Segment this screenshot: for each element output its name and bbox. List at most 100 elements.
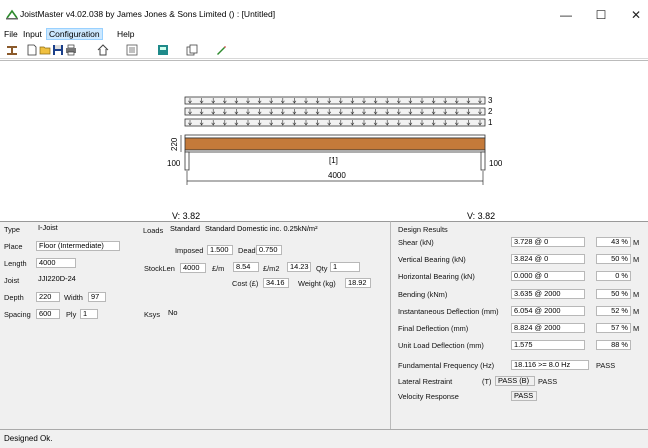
load-layer-2 — [184, 107, 486, 116]
results-heading: Design Results — [398, 225, 448, 234]
load-layer-3 — [184, 96, 486, 105]
result-utilisation: 88 % — [596, 340, 631, 351]
qty-label: Qty — [316, 264, 328, 273]
input-panel: Type I-Joist Place Floor (Intermediate) … — [0, 221, 390, 429]
width-field[interactable]: 97 — [88, 292, 106, 302]
cost-per-m2-field[interactable]: 14.23 — [287, 262, 311, 272]
lateral-restraint-field: PASS (B) — [495, 376, 535, 386]
depth-label-field: Depth — [4, 293, 24, 302]
weight-label: Weight (kg) — [298, 279, 336, 288]
app-logo-icon — [6, 9, 18, 20]
layer-label-1: 1 — [488, 118, 493, 127]
calculator-icon[interactable] — [157, 44, 169, 56]
menu-configuration[interactable]: Configuration — [46, 28, 103, 40]
open-folder-icon[interactable] — [39, 44, 51, 56]
result-value: 8.824 @ 2000 — [511, 323, 585, 333]
lateral-restraint-label: Lateral Restraint — [398, 377, 453, 386]
depth-label: 220 — [170, 137, 179, 151]
result-utilisation: 50 % — [596, 254, 631, 265]
joist-field[interactable]: JJI220D-24 — [36, 275, 116, 285]
menu-file[interactable]: File — [4, 29, 18, 39]
result-label: Unit Load Deflection (mm) — [398, 341, 484, 351]
cost-per-m2-label: £/m2 — [263, 264, 280, 273]
save-icon[interactable] — [52, 44, 64, 56]
result-utilisation: 50 % — [596, 288, 631, 299]
result-flag: M — [633, 306, 640, 316]
new-file-icon[interactable] — [26, 44, 38, 56]
spacing-label: Spacing — [4, 310, 31, 319]
home-icon[interactable] — [97, 44, 109, 56]
imposed-label: Imposed — [175, 246, 204, 255]
result-value: 3.824 @ 0 — [511, 254, 585, 265]
right-support — [480, 151, 486, 171]
copy-icon[interactable] — [186, 44, 198, 56]
length-field[interactable]: 4000 — [36, 258, 76, 268]
imposed-field[interactable]: 1.500 — [207, 245, 233, 255]
toolbar — [0, 41, 648, 59]
joist-top-flange — [184, 134, 486, 139]
layer-label-3: 3 — [488, 96, 493, 105]
result-label: Shear (kN) — [398, 238, 434, 247]
result-utilisation: 52 % — [596, 305, 631, 316]
menu-bar: File Input Configuration Help — [0, 28, 648, 41]
result-value: 0.000 @ 0 — [511, 271, 585, 282]
cost-per-m-label: £/m — [212, 264, 225, 273]
ksys-field[interactable]: No — [166, 309, 188, 319]
dead-field[interactable]: 0.750 — [256, 245, 282, 255]
frequency-result: PASS — [596, 361, 616, 370]
ply-field[interactable]: 1 — [80, 309, 98, 319]
bearing-left-label: 100 — [167, 159, 181, 168]
close-button[interactable]: ✕ — [625, 6, 647, 24]
place-label: Place — [4, 242, 23, 251]
load-layer-1 — [184, 118, 486, 127]
width-label: Width — [64, 293, 83, 302]
weight-field: 18.92 — [345, 278, 371, 288]
reaction-left: V: 3.82 — [172, 211, 200, 221]
depth-field[interactable]: 220 — [36, 292, 60, 302]
ply-label: Ply — [66, 310, 77, 319]
qty-field[interactable]: 1 — [330, 262, 360, 272]
result-flag: M — [633, 324, 640, 333]
print-icon[interactable] — [65, 44, 77, 56]
frequency-label: Fundamental Frequency (Hz) — [398, 361, 495, 370]
joist-bottom-flange — [184, 149, 486, 153]
velocity-response-label: Velocity Response — [398, 392, 459, 401]
spacing-field[interactable]: 600 — [36, 309, 60, 319]
result-utilisation: 0 % — [596, 271, 631, 282]
joist-tag: [1] — [329, 156, 338, 165]
result-value: 6.054 @ 2000 — [511, 305, 585, 316]
result-flag: M — [633, 255, 640, 265]
pencil-icon[interactable] — [215, 44, 227, 56]
result-value: 3.728 @ 0 — [511, 237, 585, 247]
result-label: Final Deflection (mm) — [398, 324, 469, 333]
stocklen-field[interactable]: 4000 — [180, 263, 206, 273]
ksys-label: Ksys — [144, 310, 161, 319]
left-support — [184, 151, 190, 171]
loads-label: Loads — [143, 226, 164, 235]
joist-diagram: 3 2 1 220 100 100 [1] 4000 V: 3.82 V: 3.… — [167, 96, 503, 221]
result-label: Bending (kNm) — [398, 289, 448, 299]
reaction-right: V: 3.82 — [467, 211, 495, 221]
status-bar: Designed Ok. — [0, 429, 648, 448]
result-utilisation: 43 % — [596, 237, 631, 247]
maximize-button[interactable]: ☐ — [590, 6, 612, 24]
cost-per-m-field[interactable]: 8.54 — [233, 262, 259, 272]
menu-input[interactable]: Input — [23, 29, 42, 39]
place-field[interactable]: Floor (Intermediate) — [36, 241, 120, 251]
result-label: Horizontal Bearing (kN) — [398, 272, 475, 282]
type-label: Type — [4, 225, 21, 234]
minimize-button[interactable]: — — [555, 6, 577, 24]
frequency-field: 18.116 >= 8.0 Hz — [511, 360, 589, 370]
type-field[interactable]: I-Joist — [36, 224, 116, 234]
joist-label: Joist — [4, 276, 20, 285]
list-icon[interactable] — [126, 44, 138, 56]
joist-drawing-area[interactable]: 3 2 1 220 100 100 [1] 4000 V: 3.82 V: 3.… — [0, 60, 648, 221]
result-label: Vertical Bearing (kN) — [398, 255, 466, 265]
loads-field[interactable]: Standard — [168, 225, 202, 235]
joist-icon[interactable] — [6, 44, 18, 56]
title-bar: JoistMaster v4.02.038 by James Jones & S… — [0, 0, 648, 28]
result-flag: M — [633, 238, 640, 247]
result-utilisation: 57 % — [596, 323, 631, 333]
result-label: Instantaneous Deflection (mm) — [398, 306, 499, 316]
menu-help[interactable]: Help — [117, 29, 134, 39]
